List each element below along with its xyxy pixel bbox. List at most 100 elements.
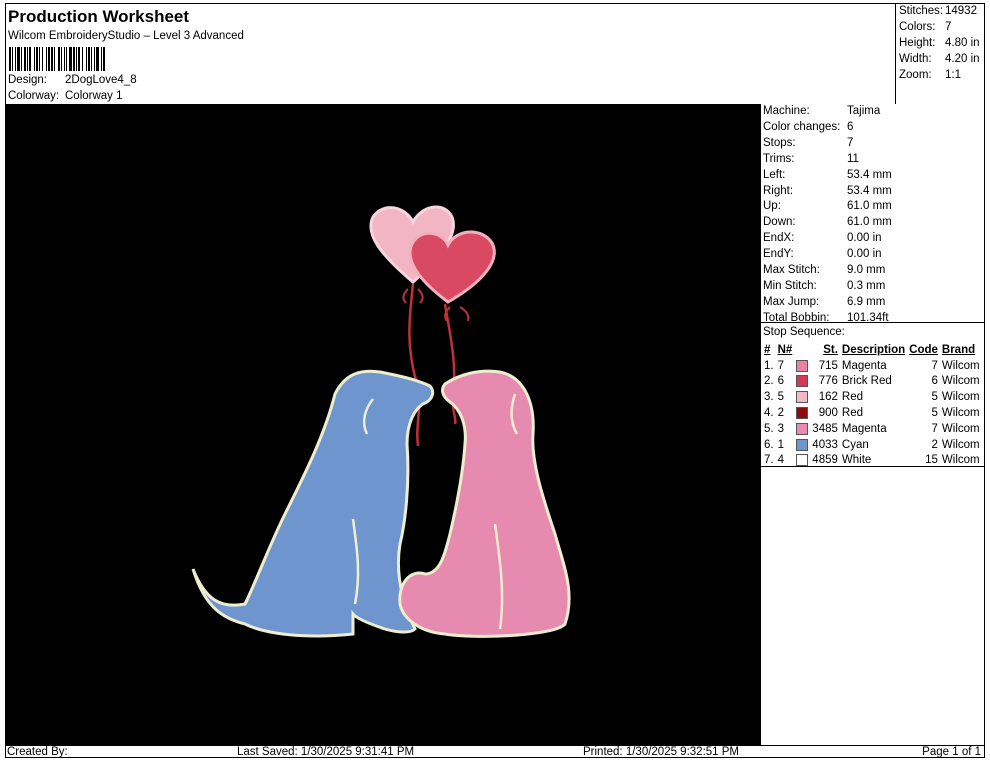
needle-number: 2 bbox=[777, 407, 784, 420]
machine-info-label: Trims: bbox=[763, 152, 795, 165]
thread-code: 7 bbox=[931, 359, 938, 372]
machine-info-row: Right: 53.4 mm bbox=[763, 185, 892, 201]
color-swatch-cell bbox=[794, 358, 810, 374]
barcode-bar bbox=[103, 47, 105, 71]
needle-number: 1 bbox=[777, 438, 784, 451]
stop-number: 6. bbox=[764, 438, 774, 451]
stitches-row: Stitches: 14932 bbox=[899, 5, 977, 17]
machine-info-value: 7 bbox=[847, 136, 854, 149]
barcode-bar bbox=[66, 47, 67, 71]
color-swatch-cell bbox=[794, 421, 810, 437]
column-header: St. bbox=[823, 343, 838, 356]
thread-code: 7 bbox=[931, 422, 938, 435]
colorway-label: Colorway: bbox=[8, 90, 60, 102]
machine-info-label: Down: bbox=[763, 216, 796, 229]
barcode-bar bbox=[88, 47, 90, 71]
barcode-bar bbox=[76, 47, 77, 71]
stitches-label: Stitches: bbox=[899, 5, 944, 17]
machine-info-value: 61.0 mm bbox=[847, 216, 892, 229]
machine-info-label: Left: bbox=[763, 168, 786, 181]
machine-info-value: 53.4 mm bbox=[847, 168, 892, 181]
machine-info-row: Trims: 11 bbox=[763, 153, 859, 169]
barcode-bar bbox=[91, 47, 92, 71]
thread-code: 5 bbox=[931, 407, 938, 420]
stop-sequence-title: Stop Sequence: bbox=[763, 326, 845, 338]
stop-number: 5. bbox=[764, 422, 774, 435]
machine-info-row: Machine: Tajima bbox=[763, 105, 880, 121]
table-row: 5. 3 3485 Magenta 7 Wilcom bbox=[762, 421, 982, 437]
machine-info-value: 0.00 in bbox=[847, 232, 882, 245]
barcode-bar bbox=[73, 47, 75, 71]
machine-info-value: 6.9 mm bbox=[847, 295, 886, 308]
barcode-bar bbox=[46, 47, 47, 71]
barcode-bar bbox=[27, 47, 28, 71]
heart-balloon-red bbox=[408, 230, 496, 304]
colorway-value: Colorway 1 bbox=[65, 90, 123, 102]
thread-description: Magenta bbox=[841, 422, 887, 435]
thread-description: Cyan bbox=[841, 438, 869, 451]
machine-info-label: EndY: bbox=[763, 248, 794, 261]
table-header-row: # N# St. Description Code Brand bbox=[762, 342, 982, 358]
machine-info-row: Max Jump: 6.9 mm bbox=[763, 296, 885, 312]
needle-number: 3 bbox=[777, 422, 784, 435]
stitch-count: 4033 bbox=[812, 438, 838, 451]
barcode-bar bbox=[29, 47, 31, 71]
color-swatch-cell bbox=[794, 389, 810, 405]
color-swatch bbox=[796, 454, 809, 467]
machine-info-value: 9.0 mm bbox=[847, 264, 886, 276]
thread-brand: Wilcom bbox=[941, 422, 980, 435]
column-header: Description bbox=[841, 343, 906, 356]
machine-info-label: Machine: bbox=[763, 105, 810, 117]
design-value: 2DogLove4_8 bbox=[65, 74, 137, 86]
barcode-bar bbox=[51, 47, 53, 71]
column-header: # bbox=[764, 343, 771, 356]
zoom-label: Zoom: bbox=[899, 69, 932, 81]
machine-info-label: Stops: bbox=[763, 136, 796, 149]
barcode-bar bbox=[15, 47, 16, 71]
worksheet-footer: Created By: Last Saved: 1/30/2025 9:31:4… bbox=[5, 745, 985, 759]
pink-dog bbox=[398, 369, 571, 638]
color-swatch bbox=[796, 422, 809, 435]
needle-number: 7 bbox=[777, 359, 784, 372]
last-saved: Last Saved: 1/30/2025 9:31:41 PM bbox=[237, 746, 415, 758]
panel-divider bbox=[761, 466, 985, 467]
design-stats: Stitches: 14932 Colors: 7 Height: 4.80 in W… bbox=[895, 3, 985, 104]
zoom-value: 1:1 bbox=[945, 69, 961, 81]
machine-info-label: Min Stitch: bbox=[763, 279, 817, 292]
stitch-count: 776 bbox=[818, 375, 838, 388]
thread-brand: Wilcom bbox=[941, 375, 980, 388]
machine-info-row: EndY: 0.00 in bbox=[763, 248, 882, 264]
thread-brand: Wilcom bbox=[941, 438, 980, 451]
barcode-bar bbox=[9, 47, 11, 71]
machine-info-label: Right: bbox=[763, 184, 794, 197]
machine-info-row: Up: 61.0 mm bbox=[763, 200, 892, 216]
barcode-bar bbox=[61, 47, 62, 71]
height-row: Height: 4.80 in bbox=[899, 37, 980, 49]
machine-info-panel: Machine: Tajima Color changes: 6 Stops: 7 Trim… bbox=[760, 104, 985, 745]
thread-description: Brick Red bbox=[841, 375, 892, 388]
machine-info-row: Stops: 7 bbox=[763, 137, 853, 153]
machine-info-value: 0.00 in bbox=[847, 248, 882, 261]
barcode-bar bbox=[42, 47, 43, 71]
stop-number: 3. bbox=[764, 391, 774, 404]
design-label: Design: bbox=[8, 74, 47, 86]
machine-info-value: 53.4 mm bbox=[847, 184, 892, 197]
machine-info-value: 0.3 mm bbox=[847, 279, 886, 292]
panel-divider bbox=[761, 322, 985, 323]
color-swatch-cell bbox=[794, 374, 810, 390]
barcode-image bbox=[9, 47, 105, 71]
machine-info-label: Max Stitch: bbox=[763, 264, 820, 276]
needle-number: 5 bbox=[777, 391, 784, 404]
barcode-bar bbox=[58, 47, 60, 71]
color-swatch bbox=[796, 359, 809, 372]
machine-info-value: 6 bbox=[847, 120, 854, 133]
machine-info-value: 61.0 mm bbox=[847, 200, 892, 213]
stitch-count: 715 bbox=[818, 359, 838, 372]
barcode-bar bbox=[48, 47, 50, 71]
machine-info-row: Color changes: 6 bbox=[763, 121, 853, 137]
page-number: Page 1 of 1 bbox=[922, 746, 981, 758]
color-swatch bbox=[796, 391, 809, 404]
width-label: Width: bbox=[899, 53, 932, 65]
machine-info-value: Tajima bbox=[847, 105, 881, 117]
stitch-count: 3485 bbox=[812, 422, 838, 435]
